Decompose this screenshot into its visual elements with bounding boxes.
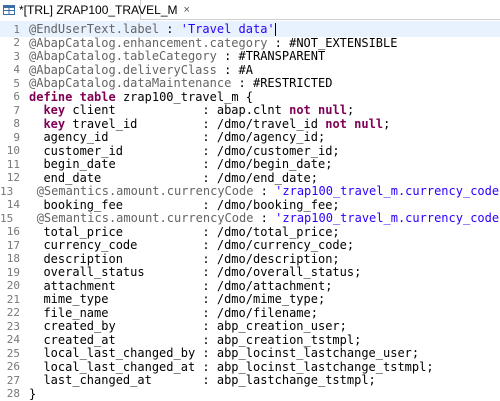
close-icon[interactable]: × [184, 4, 190, 16]
code-line[interactable]: 28} [0, 386, 500, 401]
tab-title: *[TRL] ZRAP100_TRAVEL_M [19, 3, 178, 17]
code-text[interactable]: } [24, 386, 36, 401]
code-editor[interactable]: 1 @EndUserText.label : 'Travel data' 2 @Aba… [0, 20, 500, 401]
editor-tab-bar: *[TRL] ZRAP100_TRAVEL_M × [0, 0, 500, 20]
line-number: 28 [6, 387, 20, 400]
tab-zrap100-travel-m[interactable]: *[TRL] ZRAP100_TRAVEL_M × [0, 0, 190, 20]
database-table-icon [3, 4, 15, 16]
